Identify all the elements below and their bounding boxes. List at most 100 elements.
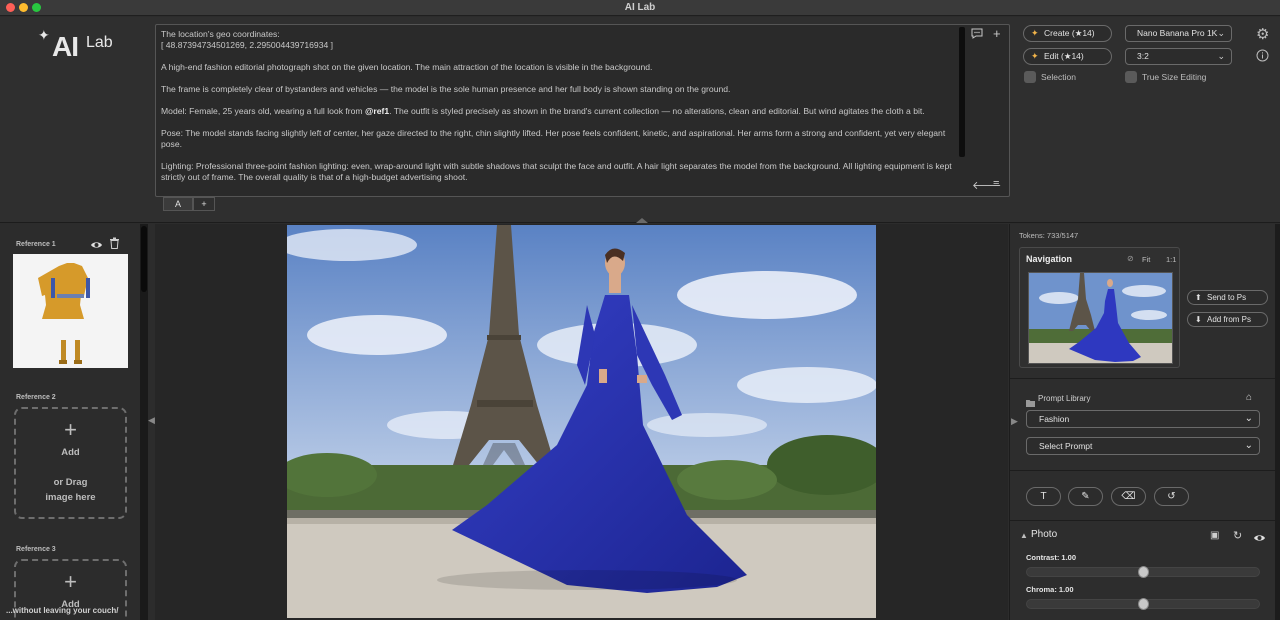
app-logo: ✦ AI Lab [38, 27, 148, 67]
window-title: AI Lab [624, 2, 656, 13]
save-icon[interactable]: ▣ [1210, 530, 1219, 541]
ratio-select[interactable]: 3:2 ⌄ [1125, 48, 1232, 65]
prompt-paragraph: The location's geo coordinates: [ 48.873… [161, 29, 334, 50]
collapse-right-icon[interactable]: ▶ [1011, 416, 1018, 427]
navigation-title: Navigation [1026, 254, 1073, 264]
menu-icon[interactable]: ≡ [993, 178, 999, 190]
prompt-text[interactable]: The location's geo coordinates: [ 48.873… [161, 29, 956, 194]
title-bar: AI Lab [0, 0, 1280, 16]
text-tool-button[interactable]: T [1026, 487, 1061, 506]
prompt-select-value: Select Prompt [1039, 441, 1093, 451]
prompt-scrollbar[interactable] [959, 27, 965, 157]
chevron-down-icon: ⌄ [1244, 440, 1253, 451]
navigation-thumbnail[interactable] [1028, 272, 1173, 364]
prompt-library-label: Prompt Library [1038, 394, 1091, 403]
right-scrollbar[interactable] [1275, 224, 1280, 620]
gear-icon[interactable]: ⚙ [1256, 25, 1269, 43]
create-button[interactable]: ✦ Create (★14) [1023, 25, 1112, 42]
sparkle-icon: ✦ [1031, 28, 1039, 38]
prompt-model-text: Model: Female, 25 years old, wearing a f… [161, 106, 365, 116]
text-tool-icon: T [1040, 491, 1047, 502]
true-size-label: True Size Editing [1142, 72, 1207, 82]
reference-1-image[interactable] [13, 254, 128, 368]
chroma-slider-knob[interactable] [1137, 598, 1149, 610]
contrast-label: Contrast: 1.00 [1026, 553, 1077, 562]
scrollbar-thumb[interactable] [141, 226, 147, 292]
navigation-panel: Navigation ⊘ Fit 1:1 [1019, 247, 1180, 368]
contrast-slider-knob[interactable] [1137, 566, 1149, 578]
logo-lab-text: Lab [86, 34, 113, 51]
reset-icon[interactable]: ↻ [1233, 529, 1242, 542]
collapse-triangle-icon[interactable]: ▲ [1020, 531, 1028, 540]
collapse-left-icon[interactable]: ◀ [148, 415, 155, 426]
divider [1010, 470, 1280, 471]
top-toolbar: ✦ AI Lab The location's geo coordinates:… [0, 17, 1280, 223]
category-select[interactable]: Fashion ⌄ [1026, 410, 1260, 428]
category-select-value: Fashion [1039, 414, 1070, 424]
prompt-tabs: A + [163, 197, 215, 211]
eraser-icon: ⌫ [1121, 491, 1136, 502]
chroma-slider[interactable] [1026, 598, 1260, 610]
one-to-one-button[interactable]: 1:1 [1166, 255, 1176, 264]
prompt-paragraph: A high-end fashion editorial photograph … [161, 62, 653, 72]
add-tab-button[interactable]: + [193, 197, 215, 211]
references-panel: Reference 1 Reference 2 + Add or Drag im… [0, 224, 148, 620]
brush-tool-button[interactable]: ✎ [1068, 487, 1103, 506]
home-icon[interactable]: ⌂ [1246, 392, 1252, 403]
model-select[interactable]: Nano Banana Pro 1K ⌄ [1125, 25, 1232, 42]
references-scrollbar[interactable] [140, 224, 148, 620]
undo-button[interactable]: ↺ [1154, 487, 1189, 506]
prompt-paragraph-model: Model: Female, 25 years old, wearing a f… [161, 106, 956, 117]
model-select-value: Nano Banana Pro 1K [1137, 28, 1218, 38]
token-counter: Tokens: 733/5147 [1019, 231, 1079, 240]
selection-label: Selection [1041, 72, 1076, 82]
edit-button-label: Edit (★14) [1044, 51, 1084, 61]
selection-checkbox[interactable] [1024, 71, 1036, 83]
chroma-label: Chroma: 1.00 [1026, 585, 1074, 594]
sparkle-icon: ✦ [1031, 51, 1039, 61]
trash-icon[interactable] [109, 236, 120, 254]
panel-collapse-notch[interactable] [636, 218, 648, 223]
app-window: AI Lab ✦ AI Lab The location's geo coord… [0, 0, 1280, 620]
eye-icon[interactable] [1253, 530, 1266, 548]
eye-icon[interactable] [90, 237, 103, 255]
prompt-select[interactable]: Select Prompt ⌄ [1026, 437, 1260, 455]
contrast-slider[interactable] [1026, 566, 1260, 578]
drag-hint: or Drag image here [45, 477, 96, 503]
plus-icon: + [64, 569, 77, 594]
logo-ai-text: AI [52, 31, 79, 62]
send-to-ps-label: Send to Ps [1207, 293, 1247, 302]
fit-icon[interactable]: ⊘ [1127, 254, 1134, 263]
undo-icon: ↺ [1167, 491, 1176, 502]
sparkle-icon: ✦ [38, 27, 50, 43]
arrow-down-icon: ⬇ [1195, 315, 1202, 324]
divider [1010, 378, 1280, 379]
chevron-down-icon: ⌄ [1217, 51, 1225, 61]
plus-icon[interactable]: + [993, 26, 1001, 41]
add-from-ps-button[interactable]: ⬇ Add from Ps [1187, 312, 1268, 327]
arrow-up-icon: ⬆ [1195, 293, 1202, 302]
prompt-paragraph: Pose: The model stands facing slightly l… [161, 128, 946, 149]
edit-button[interactable]: ✦ Edit (★14) [1023, 48, 1112, 65]
generated-image[interactable] [287, 225, 876, 618]
reference-3-label: Reference 3 [16, 546, 56, 553]
add-from-ps-label: Add from Ps [1207, 315, 1252, 324]
brush-icon: ✎ [1081, 491, 1090, 502]
tab-a[interactable]: A [163, 197, 193, 211]
prompt-paragraph: The frame is completely clear of bystand… [161, 84, 731, 94]
chat-bubble-icon[interactable] [971, 28, 983, 42]
true-size-checkbox[interactable] [1125, 71, 1137, 83]
prompt-editor[interactable]: The location's geo coordinates: [ 48.873… [155, 24, 1010, 197]
reference-tag: @ref1 [364, 106, 390, 116]
fit-button[interactable]: Fit [1142, 255, 1150, 264]
prompt-model-text-rest: . The outfit is styled precisely as show… [389, 106, 925, 116]
info-icon[interactable] [1256, 49, 1269, 65]
plus-icon: + [64, 417, 77, 442]
reference-1-label: Reference 1 [16, 241, 56, 248]
reference-2-label: Reference 2 [16, 394, 56, 401]
reference-2-dropzone[interactable]: + Add or Drag image here [14, 407, 127, 519]
photo-section-title: Photo [1031, 529, 1058, 540]
send-to-ps-button[interactable]: ⬆ Send to Ps [1187, 290, 1268, 305]
eraser-tool-button[interactable]: ⌫ [1111, 487, 1146, 506]
chevron-down-icon: ⌄ [1244, 413, 1253, 424]
